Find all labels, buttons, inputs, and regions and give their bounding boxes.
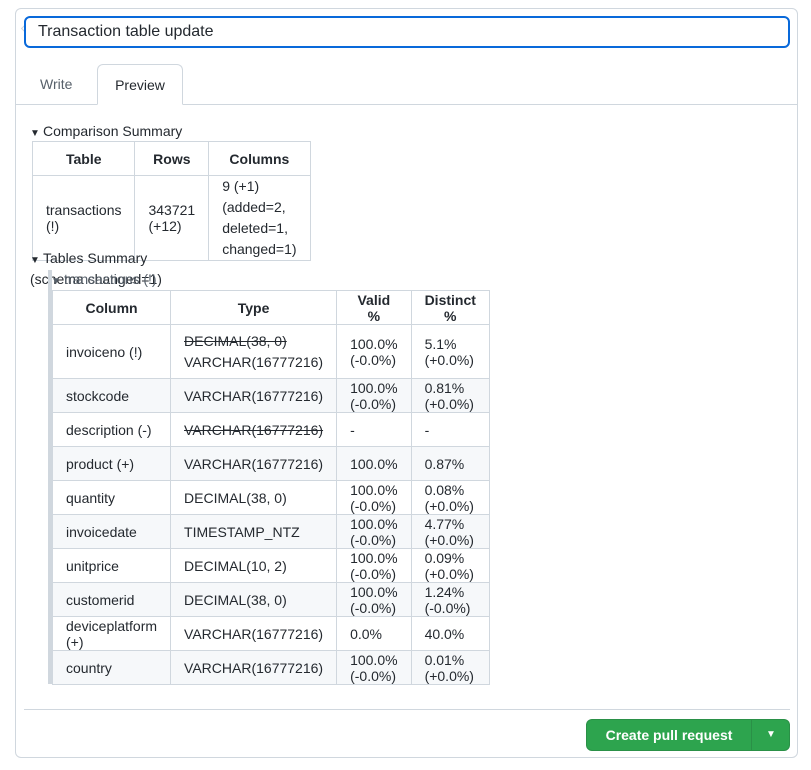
table-row: deviceplatform (+) VARCHAR(16777216) 0.0… xyxy=(51,616,490,651)
table-row: description (-) VARCHAR(16777216) - - xyxy=(51,412,490,447)
cell-column: invoicedate xyxy=(51,514,172,549)
cell-valid: 100.0% (-0.0%) xyxy=(336,548,412,583)
cell-valid: 100.0% (-0.0%) xyxy=(336,324,412,379)
cell-distinct: 40.0% xyxy=(410,616,490,651)
cell-valid: 100.0% (-0.0%) xyxy=(336,480,412,515)
type-new: VARCHAR(16777216) xyxy=(184,353,324,370)
cell-distinct: - xyxy=(410,412,490,447)
header-distinct: Distinct % xyxy=(410,290,490,325)
header-table: Table xyxy=(31,141,136,176)
header-type: Type xyxy=(170,290,338,325)
cell-column: description (-) xyxy=(51,412,172,447)
cell-column: product (+) xyxy=(51,446,172,481)
tab-bar: Write Preview xyxy=(16,64,798,105)
cell-valid: - xyxy=(336,412,412,447)
triangle-down-icon[interactable]: ▼ xyxy=(752,720,790,750)
cell-type: DECIMAL(38, 0) VARCHAR(16777216) xyxy=(170,324,338,379)
table-row: quantity DECIMAL(38, 0) 100.0% (-0.0%) 0… xyxy=(51,480,490,515)
cell-distinct: 4.77% (+0.0%) xyxy=(410,514,490,549)
cell-type: VARCHAR(16777216) xyxy=(170,650,338,685)
table-row: customerid DECIMAL(38, 0) 100.0% (-0.0%)… xyxy=(51,582,490,617)
cell-distinct: 0.08% (+0.0%) xyxy=(410,480,490,515)
cell-distinct: 0.81% (+0.0%) xyxy=(410,378,490,413)
expanded-triangle-icon: ▼ xyxy=(30,255,40,266)
cell-distinct: 5.1% (+0.0%) xyxy=(410,324,490,379)
actions-divider xyxy=(24,709,790,710)
cell-column: country xyxy=(51,650,172,685)
table-row: transactions (!) 343721 (+12) 9 (+1) (ad… xyxy=(31,175,311,261)
cell-distinct: 0.87% xyxy=(410,446,490,481)
table-row: unitprice DECIMAL(10, 2) 100.0% (-0.0%) … xyxy=(51,548,490,583)
type-old: DECIMAL(38, 0) xyxy=(184,332,287,349)
cell-type: VARCHAR(16777216) xyxy=(170,446,338,481)
cell-type: DECIMAL(38, 0) xyxy=(170,582,338,617)
header-columns: Columns xyxy=(208,141,311,176)
cell-valid: 100.0% (-0.0%) xyxy=(336,650,412,685)
cell-table: transactions (!) xyxy=(31,175,136,261)
table-transactions-toggle[interactable]: ▼ transactions (!) xyxy=(51,270,157,288)
cell-column: quantity xyxy=(51,480,172,515)
cell-rows: 343721 (+12) xyxy=(134,175,210,261)
create-pull-request-label[interactable]: Create pull request xyxy=(587,720,751,750)
cell-valid: 100.0% (-0.0%) xyxy=(336,514,412,549)
header-rows: Rows xyxy=(134,141,210,176)
cell-distinct: 0.09% (+0.0%) xyxy=(410,548,490,583)
comparison-summary-heading: Comparison Summary xyxy=(43,123,183,139)
tab-preview[interactable]: Preview xyxy=(97,64,183,105)
cell-type: VARCHAR(16777216) xyxy=(170,378,338,413)
cell-valid: 0.0% xyxy=(336,616,412,651)
columns-changes: (added=2, deleted=1, changed=1) xyxy=(222,199,297,257)
cell-column: invoiceno (!) xyxy=(51,324,172,379)
cell-type: DECIMAL(10, 2) xyxy=(170,548,338,583)
comparison-table: Table Rows Columns transactions (!) 3437… xyxy=(31,141,311,261)
cell-distinct: 1.24% (-0.0%) xyxy=(410,582,490,617)
table-row: product (+) VARCHAR(16777216) 100.0% 0.8… xyxy=(51,446,490,481)
table-row: invoiceno (!) DECIMAL(38, 0) VARCHAR(167… xyxy=(51,324,490,379)
cell-type: TIMESTAMP_NTZ xyxy=(170,514,338,549)
table-row: stockcode VARCHAR(16777216) 100.0% (-0.0… xyxy=(51,378,490,413)
title-input[interactable] xyxy=(24,16,790,48)
table-row: country VARCHAR(16777216) 100.0% (-0.0%)… xyxy=(51,650,490,685)
table-transactions-heading: transactions (!) xyxy=(64,271,157,287)
tables-summary-blockquote: ▼ transactions (!) Column Type Valid % Di… xyxy=(48,270,490,685)
cell-distinct: 0.01% (+0.0%) xyxy=(410,650,490,685)
columns-count: 9 (+1) xyxy=(222,178,260,194)
tab-write[interactable]: Write xyxy=(24,64,88,104)
cell-valid: 100.0% (-0.0%) xyxy=(336,378,412,413)
table-row: invoicedate TIMESTAMP_NTZ 100.0% (-0.0%)… xyxy=(51,514,490,549)
cell-column: stockcode xyxy=(51,378,172,413)
tables-summary-toggle[interactable]: ▼ Tables Summary (schema changed=1) xyxy=(30,249,182,287)
preview-content: ▼ Comparison Summary Table Rows Columns t… xyxy=(30,122,490,685)
columns-table: Column Type Valid % Distinct % invoiceno… xyxy=(51,290,490,685)
cell-column: unitprice xyxy=(51,548,172,583)
cell-column: deviceplatform (+) xyxy=(51,616,172,651)
header-valid: Valid % xyxy=(336,290,412,325)
expanded-triangle-icon: ▼ xyxy=(51,276,61,287)
comparison-summary-toggle[interactable]: ▼ Comparison Summary xyxy=(30,122,182,140)
cell-valid: 100.0% (-0.0%) xyxy=(336,582,412,617)
cell-valid: 100.0% xyxy=(336,446,412,481)
cell-columns: 9 (+1) (added=2, deleted=1, changed=1) xyxy=(208,175,311,261)
create-pull-request-button[interactable]: Create pull request ▼ xyxy=(586,719,790,751)
cell-type: VARCHAR(16777216) xyxy=(170,616,338,651)
cell-type: DECIMAL(38, 0) xyxy=(170,480,338,515)
cell-column: customerid xyxy=(51,582,172,617)
header-column: Column xyxy=(51,290,172,325)
cell-type: VARCHAR(16777216) xyxy=(170,412,338,447)
